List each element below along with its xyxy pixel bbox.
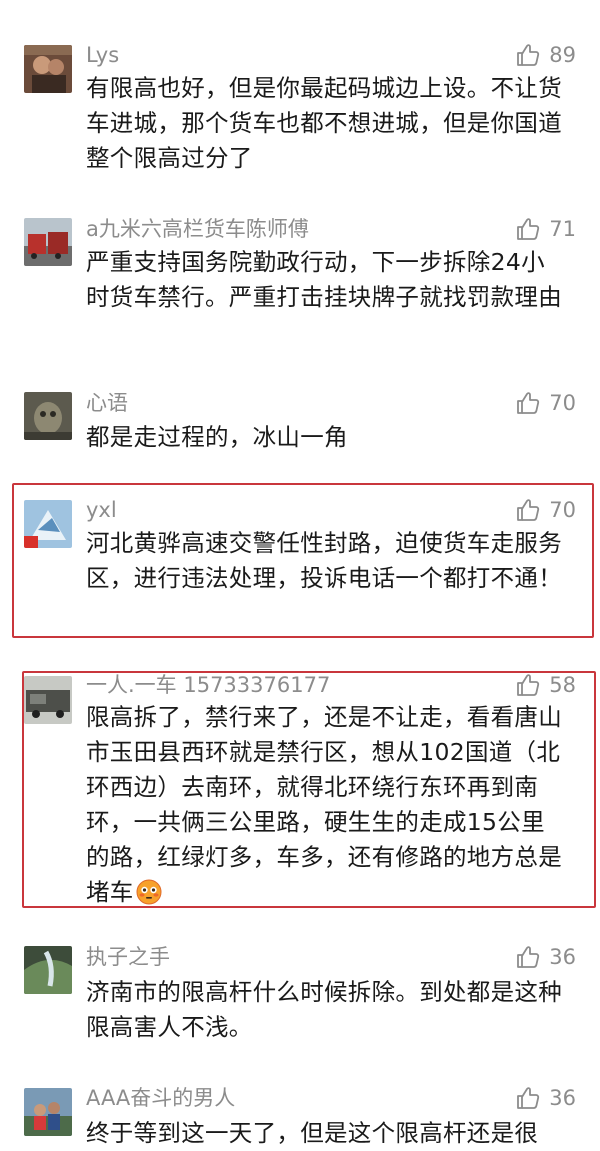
comment-text: 都是走过程的，冰山一角 — [86, 423, 348, 451]
thumbs-up-icon — [515, 1085, 541, 1111]
like-count: 70 — [549, 498, 576, 522]
thumbs-up-icon — [515, 497, 541, 523]
thumbs-up-icon — [515, 216, 541, 242]
like-count: 89 — [549, 43, 576, 67]
user-avatar[interactable] — [24, 218, 72, 266]
comment-text: 终于等到这一天了，但是这个限高杆还是很 — [86, 1119, 539, 1147]
like-count: 36 — [549, 945, 576, 969]
user-avatar[interactable] — [24, 1088, 72, 1136]
comment-text: 有限高也好，但是你最起码城边上设。不让货车进城，那个货车也都不想进城，但是你国道… — [86, 74, 562, 172]
thumbs-up-icon — [515, 390, 541, 416]
like-button[interactable]: 89 — [515, 42, 576, 68]
like-button[interactable]: 58 — [515, 672, 576, 698]
user-name[interactable]: AAA奋斗的男人 — [86, 1085, 235, 1111]
like-count: 70 — [549, 391, 576, 415]
flushed-face-emoji-icon — [136, 879, 162, 905]
user-name[interactable]: a九米六高栏货车陈师傅 — [86, 216, 309, 242]
like-button[interactable]: 36 — [515, 944, 576, 970]
like-count: 36 — [549, 1086, 576, 1110]
user-name[interactable]: 心语 — [86, 390, 128, 416]
user-name[interactable]: 执子之手 — [86, 944, 170, 970]
thumbs-up-icon — [515, 42, 541, 68]
user-avatar[interactable] — [24, 500, 72, 548]
user-name[interactable]: 一人.一车 15733376177 — [86, 672, 330, 698]
comment-text: 河北黄骅高速交警任性封路，迫使货车走服务区，进行违法处理，投诉电话一个都打不通！ — [86, 529, 562, 592]
user-name[interactable]: yxl — [86, 497, 117, 523]
like-button[interactable]: 70 — [515, 390, 576, 416]
like-count: 71 — [549, 217, 576, 241]
like-button[interactable]: 36 — [515, 1085, 576, 1111]
like-button[interactable]: 70 — [515, 497, 576, 523]
comment-text: 限高拆了，禁行来了，还是不让走，看看唐山市玉田县西环就是禁行区，想从102国道（… — [86, 700, 568, 910]
user-avatar[interactable] — [24, 392, 72, 440]
like-button[interactable]: 71 — [515, 216, 576, 242]
like-count: 58 — [549, 673, 576, 697]
user-avatar[interactable] — [24, 676, 72, 724]
comment-item: Lys 89 有限高也好，但是你最起码城边上设。不让货车进城，那个货车也都不想进… — [0, 0, 600, 200]
comment-text: 济南市的限高杆什么时候拆除。到处都是这种限高害人不浅。 — [86, 978, 562, 1041]
thumbs-up-icon — [515, 944, 541, 970]
comment-text-content: 限高拆了，禁行来了，还是不让走，看看唐山市玉田县西环就是禁行区，想从102国道（… — [86, 703, 562, 906]
user-avatar[interactable] — [24, 45, 72, 93]
thumbs-up-icon — [515, 672, 541, 698]
user-name[interactable]: Lys — [86, 42, 119, 68]
comment-text: 严重支持国务院勤政行动，下一步拆除24小时货车禁行。严重打击挂块牌子就找罚款理由 — [86, 248, 562, 311]
user-avatar[interactable] — [24, 946, 72, 994]
